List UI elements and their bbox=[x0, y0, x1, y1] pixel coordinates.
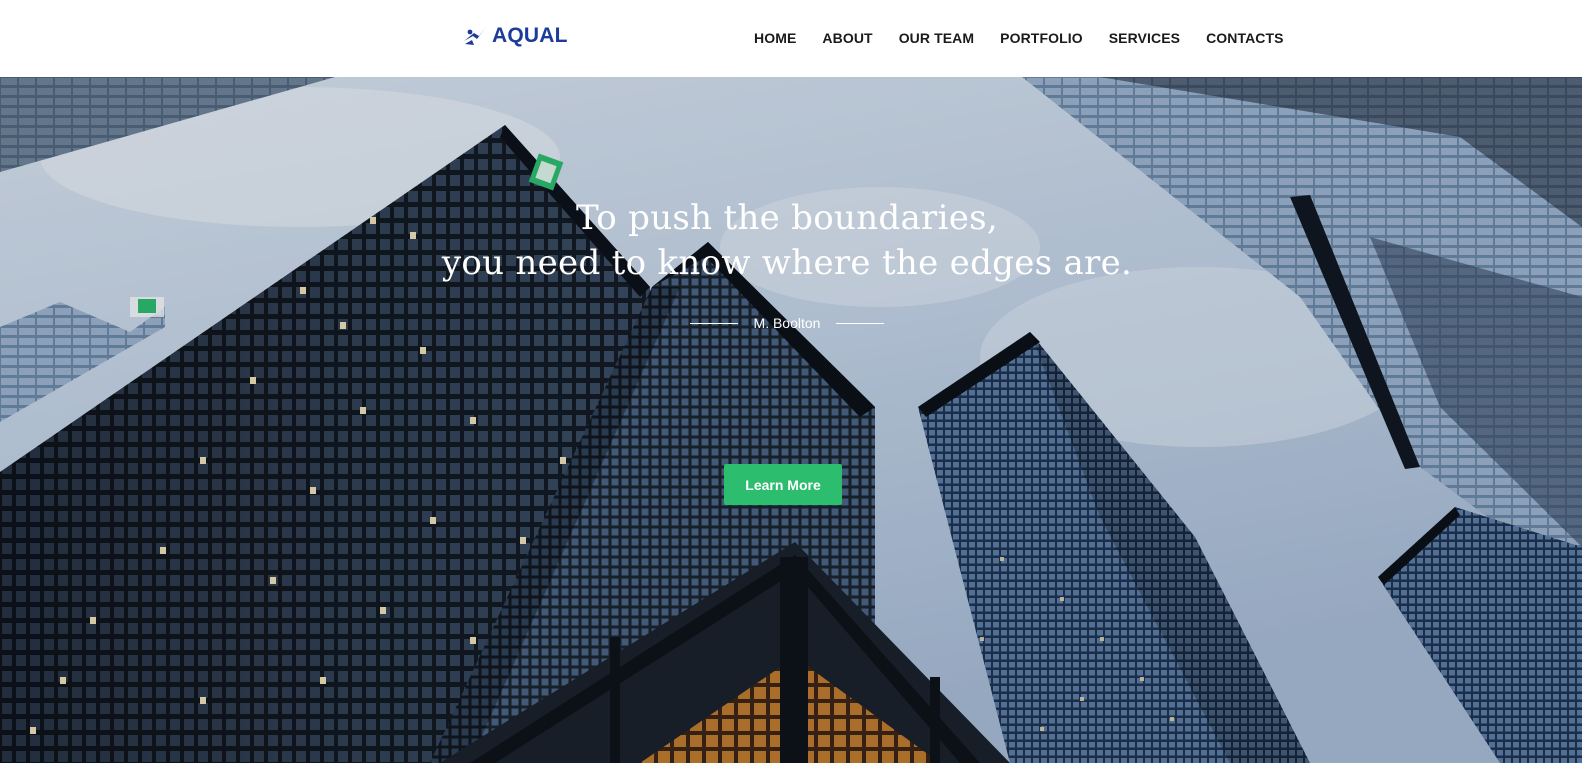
nav-item-home[interactable]: HOME bbox=[754, 29, 796, 47]
site-header: AQUAL HOME ABOUT OUR TEAM PORTFOLIO SERV… bbox=[0, 0, 1582, 77]
attribution-divider-right bbox=[836, 322, 885, 324]
brand-name: AQUAL bbox=[492, 24, 568, 47]
nav-item-our-team[interactable]: OUR TEAM bbox=[899, 29, 974, 47]
quote-attribution: M. Boolton bbox=[0, 315, 1574, 331]
nav-item-about[interactable]: ABOUT bbox=[822, 29, 872, 47]
hero-quote-line-1: To push the boundaries, bbox=[575, 198, 999, 238]
hero-quote: To push the boundaries, you need to know… bbox=[0, 196, 1574, 286]
hero-section: To push the boundaries, you need to know… bbox=[0, 77, 1582, 763]
swimmer-icon bbox=[464, 27, 486, 45]
page-bottom-edge bbox=[0, 763, 1582, 767]
hero-background-image bbox=[0, 77, 1582, 763]
hero-quote-line-2: you need to know where the edges are. bbox=[441, 243, 1133, 283]
nav-item-services[interactable]: SERVICES bbox=[1109, 29, 1180, 47]
nav-item-contacts[interactable]: CONTACTS bbox=[1206, 29, 1284, 47]
attribution-divider-left bbox=[689, 322, 738, 324]
brand-logo[interactable]: AQUAL bbox=[462, 20, 568, 52]
main-nav: HOME ABOUT OUR TEAM PORTFOLIO SERVICES C… bbox=[754, 29, 1284, 47]
nav-item-portfolio[interactable]: PORTFOLIO bbox=[1000, 29, 1083, 47]
learn-more-button[interactable]: Learn More bbox=[724, 464, 842, 505]
quote-author: M. Boolton bbox=[753, 315, 821, 331]
